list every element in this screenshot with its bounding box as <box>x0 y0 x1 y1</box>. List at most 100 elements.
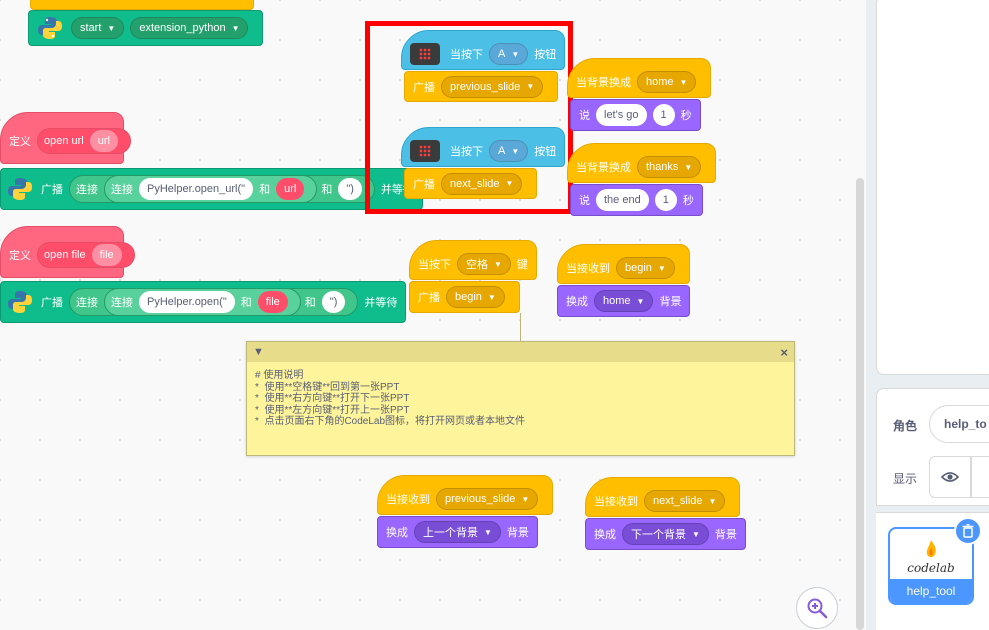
comment-header[interactable]: ▼ × <box>247 342 794 362</box>
hat-label: 当接收到 <box>386 494 430 506</box>
message-dropdown[interactable]: next_slide ▼ <box>644 490 726 512</box>
switch-backdrop-home-block[interactable]: 换成 home ▼ 背景 <box>557 285 691 317</box>
and-label: 和 <box>304 297 316 309</box>
show-visible-button[interactable] <box>929 456 971 498</box>
say-label: 说 <box>579 110 590 122</box>
param-file[interactable]: file <box>91 244 122 266</box>
join-inner[interactable]: 连接 PyHelper.open_url(" 和 url <box>104 175 318 203</box>
dropdown-arrow-icon: ▼ <box>708 496 717 506</box>
switch-next-backdrop-block[interactable]: 换成 下一个背景 ▼ 背景 <box>585 518 746 550</box>
text-input[interactable]: PyHelper.open_url(" <box>139 178 254 200</box>
sprite-thumb-label: help_tool <box>890 579 972 603</box>
role-label: 角色 <box>893 419 918 433</box>
dropdown-arrow-icon: ▼ <box>679 77 688 87</box>
join-inner[interactable]: 连接 PyHelper.open(" 和 file <box>104 288 301 316</box>
sprite-name-value: help_to <box>944 417 987 431</box>
when-backdrop-home-hat[interactable]: 当背景换成 home ▼ <box>567 58 712 98</box>
trash-icon <box>962 524 974 538</box>
backdrop-dropdown[interactable]: home ▼ <box>594 290 654 312</box>
and-label: 和 <box>240 297 252 309</box>
dropdown-arrow-icon: ▼ <box>487 292 496 302</box>
url-reporter[interactable]: url <box>276 178 305 200</box>
delete-sprite-button[interactable] <box>954 517 982 545</box>
broadcast-begin-block[interactable]: 广播 begin ▼ <box>409 281 520 313</box>
say-text-input[interactable]: let's go <box>596 104 647 126</box>
text-input[interactable]: PyHelper.open(" <box>139 291 235 313</box>
say-text-input[interactable]: the end <box>596 189 649 211</box>
key-dropdown[interactable]: 空格 ▼ <box>457 253 511 275</box>
backdrop-dropdown[interactable]: 下一个背景 ▼ <box>622 523 709 545</box>
define-label: 定义 <box>9 250 31 262</box>
partial-top-block[interactable] <box>30 0 254 10</box>
broadcast-open-file-block[interactable]: 广播 连接 连接 PyHelper.open(" 和 file 和 ") 并等待 <box>0 281 407 323</box>
instructions-comment[interactable]: ▼ × # 使用说明 * 使用**空格键**回到第一张PPT * 使用**右方向… <box>246 341 795 456</box>
hat-label: 当背景换成 <box>576 77 631 89</box>
message-dropdown[interactable]: begin ▼ <box>616 257 675 279</box>
join-outer[interactable]: 连接 连接 PyHelper.open_url(" 和 url 和 ") <box>69 175 375 203</box>
switch-label: 换成 <box>594 529 616 541</box>
define-name: open url <box>44 135 84 147</box>
message-dropdown[interactable]: begin ▼ <box>446 286 505 308</box>
dropdown-arrow-icon: ▼ <box>484 527 492 537</box>
define-proto[interactable]: open file file <box>37 242 135 268</box>
zoom-in-button[interactable] <box>796 587 838 629</box>
dropdown-arrow-icon: ▼ <box>636 296 645 306</box>
dropdown-arrow-icon: ▼ <box>107 23 116 33</box>
hat-label: 当接收到 <box>566 263 610 275</box>
backdrop-dropdown[interactable]: 上一个背景 ▼ <box>414 521 501 543</box>
hat-prefix: 当按下 <box>418 259 451 271</box>
dropdown-arrow-icon: ▼ <box>494 259 502 269</box>
hat-suffix: 键 <box>516 259 528 271</box>
close-paren-input[interactable]: ") <box>338 178 362 200</box>
say-lets-go-block[interactable]: 说 let's go 1 秒 <box>570 99 701 131</box>
define-open-url-block[interactable]: 定义 open url url <box>0 112 131 164</box>
python-start-block[interactable]: start ▼ extension_python ▼ <box>28 10 264 46</box>
collapse-icon[interactable]: ▼ <box>253 346 264 358</box>
define-open-file-block[interactable]: 定义 open file file <box>0 226 135 278</box>
when-receive-begin-hat[interactable]: 当接收到 begin ▼ <box>557 244 690 284</box>
broadcast-label: 广播 <box>41 297 63 309</box>
sprite-list-panel: codelab help_tool <box>876 512 989 630</box>
start-dropdown[interactable]: start ▼ <box>71 17 125 39</box>
say-the-end-block[interactable]: 说 the end 1 秒 <box>570 184 703 216</box>
when-space-pressed-hat[interactable]: 当按下 空格 ▼ 键 <box>409 240 537 280</box>
dropdown-arrow-icon: ▼ <box>521 494 530 504</box>
hat-label: 当背景换成 <box>576 162 631 174</box>
extension-dropdown[interactable]: extension_python ▼ <box>130 17 249 39</box>
switch-label: 换成 <box>566 296 588 308</box>
say-seconds-input[interactable]: 1 <box>652 104 675 126</box>
highlight-frame <box>365 21 573 214</box>
when-receive-previous-hat[interactable]: 当接收到 previous_slide ▼ <box>377 475 554 515</box>
zoom-in-icon <box>807 598 828 619</box>
eye-icon <box>941 472 959 482</box>
flame-icon <box>926 540 936 557</box>
param-url[interactable]: url <box>89 130 118 152</box>
broadcast-open-url-block[interactable]: 广播 连接 连接 PyHelper.open_url(" 和 url 和 ") … <box>0 168 423 210</box>
wait-label: 并等待 <box>364 297 398 309</box>
hat-label: 当接收到 <box>594 496 638 508</box>
workspace-scrollbar[interactable] <box>856 178 864 630</box>
switch-previous-backdrop-block[interactable]: 换成 上一个背景 ▼ 背景 <box>377 516 538 548</box>
when-receive-next-hat[interactable]: 当接收到 next_slide ▼ <box>585 477 741 517</box>
backdrop-dropdown[interactable]: home ▼ <box>637 71 697 93</box>
join-label: 连接 <box>76 184 98 196</box>
join-outer[interactable]: 连接 连接 PyHelper.open(" 和 file 和 ") <box>69 288 359 316</box>
join-label: 连接 <box>111 184 133 196</box>
close-paren-input[interactable]: ") <box>321 291 346 313</box>
close-icon[interactable]: × <box>780 345 788 360</box>
sprite-thumb-name: help_tool <box>906 584 956 598</box>
backdrop-dropdown[interactable]: thanks ▼ <box>637 156 702 178</box>
stage-area[interactable] <box>876 0 989 375</box>
when-backdrop-thanks-hat[interactable]: 当背景换成 thanks ▼ <box>567 143 717 183</box>
backdrop-label: 背景 <box>659 296 682 308</box>
show-hidden-button[interactable] <box>971 456 989 498</box>
show-label: 显示 <box>893 472 918 486</box>
message-dropdown[interactable]: previous_slide ▼ <box>436 488 539 510</box>
say-seconds-input[interactable]: 1 <box>654 189 677 211</box>
define-proto[interactable]: open url url <box>37 128 131 154</box>
say-label: 说 <box>579 195 590 207</box>
dropdown-arrow-icon: ▼ <box>231 23 240 33</box>
comment-text[interactable]: # 使用说明 * 使用**空格键**回到第一张PPT * 使用**右方向键**打… <box>247 362 794 436</box>
sprite-name-input[interactable]: help_to <box>929 405 989 443</box>
file-reporter[interactable]: file <box>257 291 288 313</box>
